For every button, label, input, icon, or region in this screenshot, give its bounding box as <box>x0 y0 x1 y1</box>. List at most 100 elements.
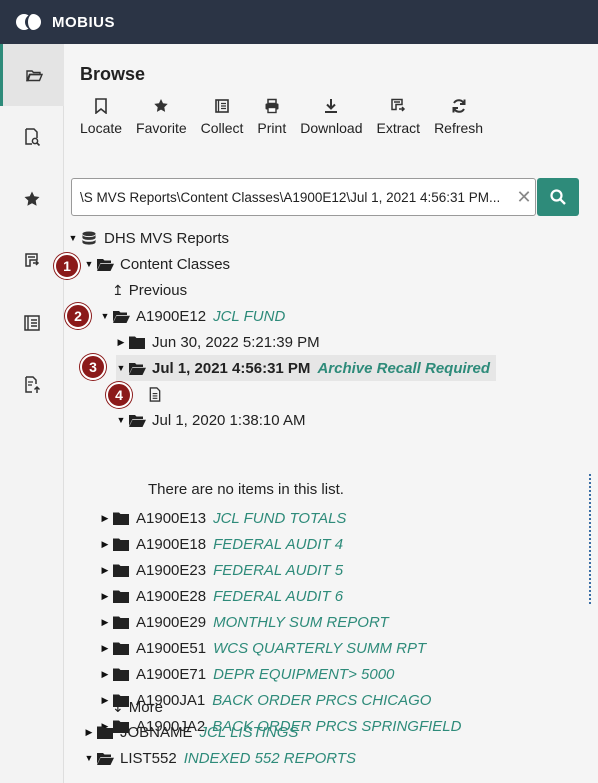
rail-search[interactable] <box>0 106 64 168</box>
tree-node-desc: INDEXED 552 REPORTS <box>183 749 356 767</box>
tree-node-jobname[interactable]: ▶ JOBNAME JCL LISTINGS <box>84 719 299 745</box>
tree-node-class[interactable]: ▶ A1900E71 DEPR EQUIPMENT> 5000 <box>100 661 395 687</box>
path-search-field[interactable]: ...S MVS Reports\Content Classes\A1900E1… <box>71 178 536 216</box>
document-search-icon <box>25 128 41 146</box>
collect-icon <box>215 99 229 113</box>
collapse-arrow-icon[interactable]: ▶ <box>100 565 110 576</box>
tree-node-version-selected[interactable]: ▼ Jul 1, 2021 4:56:31 PM Archive Recall … <box>116 355 497 381</box>
folder-open-icon <box>128 360 148 376</box>
rail-upload[interactable] <box>0 354 64 416</box>
tree-node-class[interactable]: ▶ A1900E29 MONTHLY SUM REPORT <box>100 609 389 635</box>
download-label: Download <box>300 120 363 136</box>
tree-node-document[interactable] <box>146 381 170 407</box>
rail-browse[interactable] <box>0 44 64 106</box>
printer-icon <box>265 98 279 114</box>
collapse-arrow-icon[interactable]: ▶ <box>100 669 110 680</box>
star-icon <box>24 191 40 206</box>
favorite-button[interactable]: Favorite <box>136 98 187 136</box>
tree-node-desc: FEDERAL AUDIT 5 <box>213 561 344 579</box>
arrow-down-icon: ↧ <box>112 698 124 715</box>
tree-node-label: A1900E13 <box>136 509 207 527</box>
tree-node-version-jun[interactable]: ▶ Jun 30, 2022 5:21:39 PM <box>116 329 320 355</box>
tree-node-label: A1900E51 <box>136 639 207 657</box>
folder-icon <box>112 510 132 526</box>
download-button[interactable]: Download <box>300 98 362 136</box>
tree-node-label: A1900E23 <box>136 561 207 579</box>
collapse-arrow-icon[interactable]: ▶ <box>116 337 126 348</box>
resize-handle[interactable] <box>589 474 595 604</box>
folder-icon <box>112 562 132 578</box>
tree-node-root[interactable]: ▼ DHS MVS Reports <box>68 225 230 251</box>
callout-badge: 1 <box>54 253 80 279</box>
tree-node-class[interactable]: ▶ A1900E13 JCL FUND TOTALS <box>100 505 347 531</box>
refresh-label: Refresh <box>434 120 484 136</box>
search-icon <box>550 189 566 205</box>
tree-node-label: DHS MVS Reports <box>104 229 230 247</box>
locate-button[interactable]: Locate <box>80 98 122 136</box>
tree-node-desc: WCS QUARTERLY SUMM RPT <box>213 639 427 657</box>
browse-panel: Browse Locate Favorite Collect Print Dow… <box>64 44 598 783</box>
expand-arrow-icon[interactable]: ▼ <box>68 233 78 243</box>
page-title: Browse <box>80 64 146 84</box>
extract-button[interactable]: Extract <box>376 98 420 136</box>
tree-node-a1900e12[interactable]: ▼ A1900E12 JCL FUND <box>100 303 286 329</box>
collapse-arrow-icon[interactable]: ▶ <box>100 591 110 602</box>
refresh-button[interactable]: Refresh <box>434 98 483 136</box>
expand-arrow-icon[interactable]: ▼ <box>116 363 126 373</box>
database-icon <box>80 230 100 246</box>
previous-link[interactable]: ↥ Previous <box>112 277 187 303</box>
browse-toolbar: Locate Favorite Collect Print Download E… <box>80 98 497 136</box>
tree-node-desc: JCL LISTINGS <box>199 723 299 741</box>
path-search-input[interactable]: ...S MVS Reports\Content Classes\A1900E1… <box>72 190 513 205</box>
bookmark-icon <box>95 98 107 114</box>
expand-arrow-icon[interactable]: ▼ <box>84 259 94 269</box>
folder-open-icon <box>112 308 132 324</box>
tree-node-class[interactable]: ▶ A1900E23 FEDERAL AUDIT 5 <box>100 557 344 583</box>
tree-node-class[interactable]: ▶ A1900E51 WCS QUARTERLY SUMM RPT <box>100 635 427 661</box>
folder-open-icon <box>96 256 116 272</box>
more-label: More <box>128 698 163 716</box>
more-link[interactable]: ↧ More <box>112 694 163 720</box>
tree-node-label: A1900E12 <box>136 307 207 325</box>
clear-icon[interactable]: ✕ <box>513 187 535 208</box>
collapse-arrow-icon[interactable]: ▶ <box>100 695 110 706</box>
tree-node-label: A1900E28 <box>136 587 207 605</box>
tree-node-class[interactable]: ▶ A1900E18 FEDERAL AUDIT 4 <box>100 531 344 557</box>
tree-node-class[interactable]: ▶ A1900E28 FEDERAL AUDIT 6 <box>100 583 344 609</box>
tree-node-desc: FEDERAL AUDIT 6 <box>213 587 344 605</box>
tree-node-version-jul2020[interactable]: ▼ Jul 1, 2020 1:38:10 AM <box>116 407 306 433</box>
collapse-arrow-icon[interactable]: ▶ <box>84 727 94 738</box>
callout-badge: 4 <box>106 382 132 408</box>
collapse-arrow-icon[interactable]: ▶ <box>100 539 110 550</box>
print-button[interactable]: Print <box>257 98 286 136</box>
locate-label: Locate <box>80 120 123 136</box>
tree-node-label: Jul 1, 2021 4:56:31 PM <box>152 359 311 377</box>
rail-favorites[interactable] <box>0 168 64 230</box>
tree-node-desc: FEDERAL AUDIT 4 <box>213 535 344 553</box>
collapse-arrow-icon[interactable]: ▶ <box>100 617 110 628</box>
collapse-arrow-icon[interactable]: ▶ <box>100 643 110 654</box>
expand-arrow-icon[interactable]: ▼ <box>116 415 126 425</box>
expand-arrow-icon[interactable]: ▼ <box>84 753 94 763</box>
tree-node-content-classes[interactable]: ▼ Content Classes <box>84 251 231 277</box>
callout-badge: 3 <box>80 354 106 380</box>
search-button[interactable] <box>537 178 579 216</box>
extract-icon <box>391 98 406 112</box>
folder-icon <box>96 724 116 740</box>
folder-icon <box>112 588 132 604</box>
tree-node-desc: JCL FUND TOTALS <box>213 509 347 527</box>
star-icon <box>154 99 169 112</box>
collect-button[interactable]: Collect <box>200 98 244 136</box>
rail-collections[interactable] <box>0 292 64 354</box>
expand-arrow-icon[interactable]: ▼ <box>100 311 110 321</box>
folder-icon <box>112 536 132 552</box>
download-icon <box>325 99 338 113</box>
document-icon <box>146 386 166 402</box>
collapse-arrow-icon[interactable]: ▶ <box>100 513 110 524</box>
tree-node-desc: JCL FUND <box>213 307 286 325</box>
collect-label: Collect <box>200 120 244 136</box>
tree-node-list552[interactable]: ▼ LIST552 INDEXED 552 REPORTS <box>84 745 356 771</box>
side-rail <box>0 44 64 783</box>
tree-node-label: A1900E29 <box>136 613 207 631</box>
tree-node-label: A1900E18 <box>136 535 207 553</box>
